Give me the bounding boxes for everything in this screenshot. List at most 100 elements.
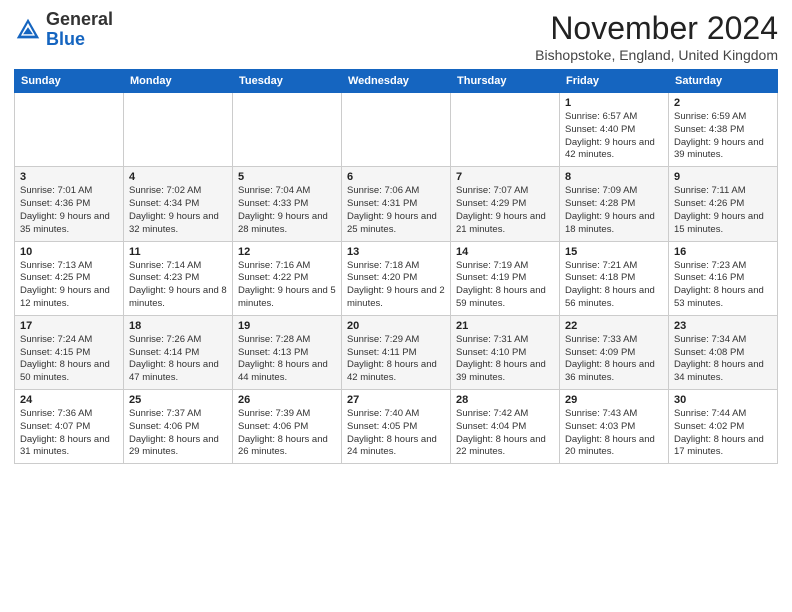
calendar-week-3: 10 Sunrise: 7:13 AMSunset: 4:25 PMDayligh…	[15, 241, 778, 315]
col-sunday: Sunday	[15, 70, 124, 93]
day-info: Sunrise: 7:07 AMSunset: 4:29 PMDaylight:…	[456, 185, 554, 236]
day-info: Sunrise: 7:28 AMSunset: 4:13 PMDaylight:…	[238, 334, 336, 385]
day-number: 27	[347, 394, 445, 406]
col-friday: Friday	[560, 70, 669, 93]
day-info: Sunrise: 7:01 AMSunset: 4:36 PMDaylight:…	[20, 185, 118, 236]
calendar-cell: 18 Sunrise: 7:26 AMSunset: 4:14 PMDayligh…	[124, 315, 233, 389]
day-info: Sunrise: 7:29 AMSunset: 4:11 PMDaylight:…	[347, 334, 445, 385]
day-number: 18	[129, 320, 227, 332]
logo-text: General Blue	[46, 10, 113, 50]
month-title: November 2024	[535, 10, 778, 47]
calendar-cell: 11Sunrise: 7:14 AMSunset: 4:23 PMDayligh…	[124, 241, 233, 315]
calendar-cell: 4 Sunrise: 7:02 AMSunset: 4:34 PMDaylight…	[124, 167, 233, 241]
day-info: Sunrise: 7:02 AMSunset: 4:34 PMDaylight:…	[129, 185, 227, 236]
location: Bishopstoke, England, United Kingdom	[535, 47, 778, 63]
day-number: 29	[565, 394, 663, 406]
day-number: 17	[20, 320, 118, 332]
calendar-cell	[233, 93, 342, 167]
calendar-week-2: 3 Sunrise: 7:01 AMSunset: 4:36 PMDaylight…	[15, 167, 778, 241]
calendar-cell: 13Sunrise: 7:18 AMSunset: 4:20 PMDayligh…	[342, 241, 451, 315]
calendar-cell: 21 Sunrise: 7:31 AMSunset: 4:10 PMDayligh…	[451, 315, 560, 389]
day-info: Sunrise: 7:21 AMSunset: 4:18 PMDaylight:…	[565, 260, 663, 311]
calendar-week-4: 17Sunrise: 7:24 AMSunset: 4:15 PMDayligh…	[15, 315, 778, 389]
calendar-week-1: 1Sunrise: 6:57 AMSunset: 4:40 PMDaylight…	[15, 93, 778, 167]
day-number: 28	[456, 394, 554, 406]
col-monday: Monday	[124, 70, 233, 93]
page-header: General Blue November 2024 Bishopstoke, …	[14, 10, 778, 63]
day-number: 20	[347, 320, 445, 332]
day-number: 7	[456, 171, 554, 183]
day-number: 10	[20, 246, 118, 258]
day-number: 24	[20, 394, 118, 406]
calendar-cell: 2 Sunrise: 6:59 AMSunset: 4:38 PMDaylight…	[669, 93, 778, 167]
logo-icon	[14, 16, 42, 44]
calendar-cell	[342, 93, 451, 167]
calendar-week-5: 24Sunrise: 7:36 AMSunset: 4:07 PMDayligh…	[15, 390, 778, 464]
col-thursday: Thursday	[451, 70, 560, 93]
logo-general: General	[46, 9, 113, 29]
title-block: November 2024 Bishopstoke, England, Unit…	[535, 10, 778, 63]
calendar-cell: 22Sunrise: 7:33 AMSunset: 4:09 PMDayligh…	[560, 315, 669, 389]
day-info: Sunrise: 7:39 AMSunset: 4:06 PMDaylight:…	[238, 408, 336, 459]
day-number: 1	[565, 97, 663, 109]
day-number: 8	[565, 171, 663, 183]
calendar-cell	[451, 93, 560, 167]
day-info: Sunrise: 7:43 AMSunset: 4:03 PMDaylight:…	[565, 408, 663, 459]
day-info: Sunrise: 7:11 AMSunset: 4:26 PMDaylight:…	[674, 185, 772, 236]
day-number: 19	[238, 320, 336, 332]
day-info: Sunrise: 7:14 AMSunset: 4:23 PMDaylight:…	[129, 260, 227, 311]
calendar-cell: 30 Sunrise: 7:44 AMSunset: 4:02 PMDayligh…	[669, 390, 778, 464]
day-info: Sunrise: 7:23 AMSunset: 4:16 PMDaylight:…	[674, 260, 772, 311]
calendar-cell: 15 Sunrise: 7:21 AMSunset: 4:18 PMDayligh…	[560, 241, 669, 315]
day-number: 15	[565, 246, 663, 258]
col-wednesday: Wednesday	[342, 70, 451, 93]
day-info: Sunrise: 7:18 AMSunset: 4:20 PMDaylight:…	[347, 260, 445, 311]
calendar-cell: 3 Sunrise: 7:01 AMSunset: 4:36 PMDaylight…	[15, 167, 124, 241]
day-info: Sunrise: 7:37 AMSunset: 4:06 PMDaylight:…	[129, 408, 227, 459]
calendar-cell: 1Sunrise: 6:57 AMSunset: 4:40 PMDaylight…	[560, 93, 669, 167]
calendar-cell: 10 Sunrise: 7:13 AMSunset: 4:25 PMDayligh…	[15, 241, 124, 315]
logo-blue: Blue	[46, 29, 85, 49]
calendar-cell: 28Sunrise: 7:42 AMSunset: 4:04 PMDayligh…	[451, 390, 560, 464]
calendar-cell: 29 Sunrise: 7:43 AMSunset: 4:03 PMDayligh…	[560, 390, 669, 464]
calendar-cell: 16Sunrise: 7:23 AMSunset: 4:16 PMDayligh…	[669, 241, 778, 315]
col-tuesday: Tuesday	[233, 70, 342, 93]
calendar-cell	[124, 93, 233, 167]
day-number: 30	[674, 394, 772, 406]
calendar-cell: 5Sunrise: 7:04 AMSunset: 4:33 PMDaylight…	[233, 167, 342, 241]
calendar-cell: 14Sunrise: 7:19 AMSunset: 4:19 PMDayligh…	[451, 241, 560, 315]
day-number: 4	[129, 171, 227, 183]
day-info: Sunrise: 7:16 AMSunset: 4:22 PMDaylight:…	[238, 260, 336, 311]
day-number: 25	[129, 394, 227, 406]
day-info: Sunrise: 7:26 AMSunset: 4:14 PMDaylight:…	[129, 334, 227, 385]
day-info: Sunrise: 7:04 AMSunset: 4:33 PMDaylight:…	[238, 185, 336, 236]
calendar-cell: 7 Sunrise: 7:07 AMSunset: 4:29 PMDaylight…	[451, 167, 560, 241]
calendar-cell	[15, 93, 124, 167]
day-info: Sunrise: 6:59 AMSunset: 4:38 PMDaylight:…	[674, 111, 772, 162]
day-number: 9	[674, 171, 772, 183]
day-info: Sunrise: 7:31 AMSunset: 4:10 PMDaylight:…	[456, 334, 554, 385]
calendar-header-row: Sunday Monday Tuesday Wednesday Thursday…	[15, 70, 778, 93]
day-number: 26	[238, 394, 336, 406]
day-info: Sunrise: 7:33 AMSunset: 4:09 PMDaylight:…	[565, 334, 663, 385]
day-number: 23	[674, 320, 772, 332]
calendar-cell: 25 Sunrise: 7:37 AMSunset: 4:06 PMDayligh…	[124, 390, 233, 464]
day-info: Sunrise: 7:09 AMSunset: 4:28 PMDaylight:…	[565, 185, 663, 236]
day-info: Sunrise: 7:34 AMSunset: 4:08 PMDaylight:…	[674, 334, 772, 385]
calendar-cell: 9 Sunrise: 7:11 AMSunset: 4:26 PMDaylight…	[669, 167, 778, 241]
day-info: Sunrise: 7:13 AMSunset: 4:25 PMDaylight:…	[20, 260, 118, 311]
day-info: Sunrise: 7:19 AMSunset: 4:19 PMDaylight:…	[456, 260, 554, 311]
day-number: 3	[20, 171, 118, 183]
calendar-cell: 12 Sunrise: 7:16 AMSunset: 4:22 PMDayligh…	[233, 241, 342, 315]
calendar-cell: 19 Sunrise: 7:28 AMSunset: 4:13 PMDayligh…	[233, 315, 342, 389]
calendar-cell: 8 Sunrise: 7:09 AMSunset: 4:28 PMDaylight…	[560, 167, 669, 241]
day-info: Sunrise: 7:44 AMSunset: 4:02 PMDaylight:…	[674, 408, 772, 459]
day-number: 12	[238, 246, 336, 258]
day-number: 2	[674, 97, 772, 109]
day-number: 6	[347, 171, 445, 183]
calendar-cell: 20 Sunrise: 7:29 AMSunset: 4:11 PMDayligh…	[342, 315, 451, 389]
calendar-table: Sunday Monday Tuesday Wednesday Thursday…	[14, 69, 778, 464]
day-number: 21	[456, 320, 554, 332]
calendar-cell: 27Sunrise: 7:40 AMSunset: 4:05 PMDayligh…	[342, 390, 451, 464]
calendar-cell: 26 Sunrise: 7:39 AMSunset: 4:06 PMDayligh…	[233, 390, 342, 464]
